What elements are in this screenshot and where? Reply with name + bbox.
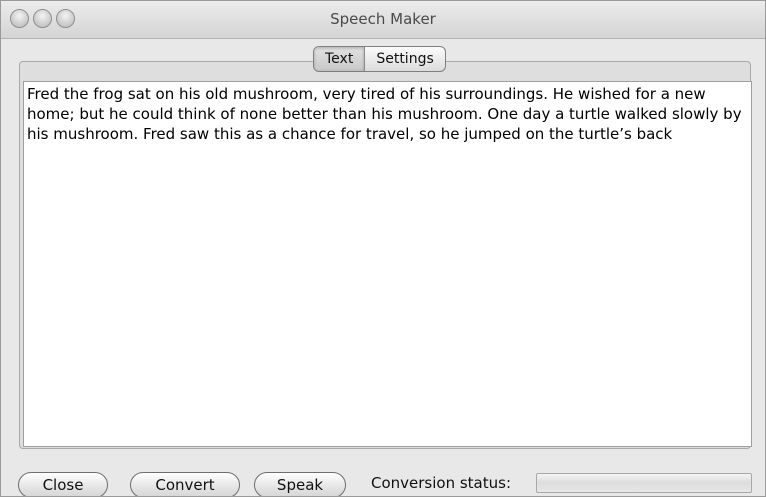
tab-settings[interactable]: Settings xyxy=(365,47,444,71)
convert-button[interactable]: Convert xyxy=(130,472,240,496)
tab-bar: Text Settings xyxy=(313,46,446,72)
speech-text-area[interactable]: Fred the frog sat on his old mushroom, v… xyxy=(23,81,752,447)
speech-maker-window: Speech Maker Text Settings Fred the frog… xyxy=(0,0,766,497)
conversion-progress-bar xyxy=(536,473,752,493)
close-button[interactable]: Close xyxy=(18,472,108,496)
tab-text[interactable]: Text xyxy=(314,47,366,71)
conversion-status-label: Conversion status: xyxy=(371,474,512,492)
bottom-bar: Close Convert Speak Conversion status: xyxy=(1,456,765,496)
window-title: Speech Maker xyxy=(330,10,436,28)
speak-button[interactable]: Speak xyxy=(254,472,346,496)
title-bar[interactable]: Speech Maker xyxy=(1,1,765,39)
